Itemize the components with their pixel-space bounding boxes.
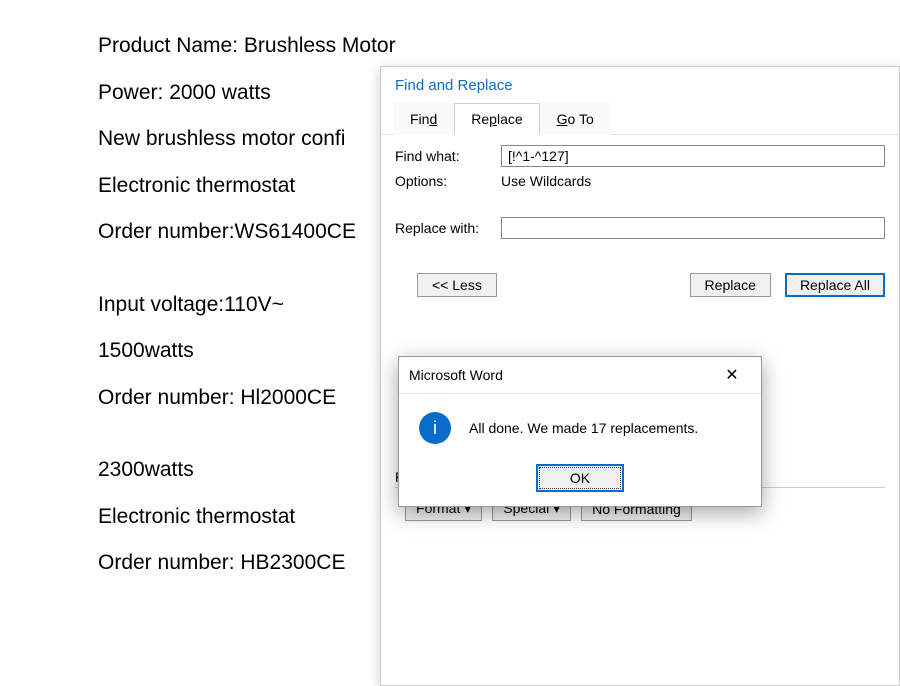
- doc-line[interactable]: Power: 2000 watts: [98, 77, 396, 109]
- doc-line[interactable]: Order number:WS61400CE: [98, 216, 396, 248]
- find-what-input[interactable]: [501, 145, 885, 167]
- options-label: Options:: [395, 173, 491, 189]
- find-what-label: Find what:: [395, 148, 491, 164]
- msgbox-titlebar: Microsoft Word ✕: [399, 357, 761, 394]
- less-button[interactable]: << Less: [417, 273, 497, 297]
- tab-goto[interactable]: Go To: [540, 103, 611, 135]
- replace-button[interactable]: Replace: [690, 273, 771, 297]
- dialog-tabs: Find Replace Go To: [381, 102, 899, 135]
- doc-line[interactable]: New brushless motor confi: [98, 123, 396, 155]
- doc-line[interactable]: Input voltage:110V~: [98, 289, 396, 321]
- replace-all-button[interactable]: Replace All: [785, 273, 885, 297]
- msgbox-message: All done. We made 17 replacements.: [469, 420, 698, 436]
- dialog-button-row: << Less Replace Replace All: [395, 273, 885, 297]
- msgbox-title-text: Microsoft Word: [409, 367, 503, 383]
- replace-with-label: Replace with:: [395, 220, 491, 236]
- doc-line[interactable]: Order number: HB2300CE: [98, 547, 396, 579]
- doc-line[interactable]: 2300watts: [98, 454, 396, 486]
- doc-line[interactable]: 1500watts: [98, 335, 396, 367]
- doc-blank: [98, 263, 396, 289]
- doc-line[interactable]: Electronic thermostat: [98, 501, 396, 533]
- doc-line[interactable]: Electronic thermostat: [98, 170, 396, 202]
- doc-line[interactable]: Product Name: Brushless Motor: [98, 30, 396, 62]
- document-body: Product Name: Brushless Motor Power: 200…: [98, 30, 396, 594]
- tab-find[interactable]: Find: [393, 103, 454, 135]
- close-icon[interactable]: ✕: [713, 365, 751, 385]
- doc-line[interactable]: Order number: Hl2000CE: [98, 382, 396, 414]
- info-icon: i: [419, 412, 451, 444]
- msgbox-footer: OK: [399, 458, 761, 506]
- tab-replace[interactable]: Replace: [454, 103, 539, 135]
- dialog-title: Find and Replace: [381, 67, 899, 102]
- ok-button[interactable]: OK: [536, 464, 624, 492]
- msgbox-body: i All done. We made 17 replacements.: [399, 394, 761, 458]
- doc-blank: [98, 428, 396, 454]
- options-value: Use Wildcards: [501, 173, 591, 189]
- replace-with-input[interactable]: [501, 217, 885, 239]
- message-box: Microsoft Word ✕ i All done. We made 17 …: [398, 356, 762, 507]
